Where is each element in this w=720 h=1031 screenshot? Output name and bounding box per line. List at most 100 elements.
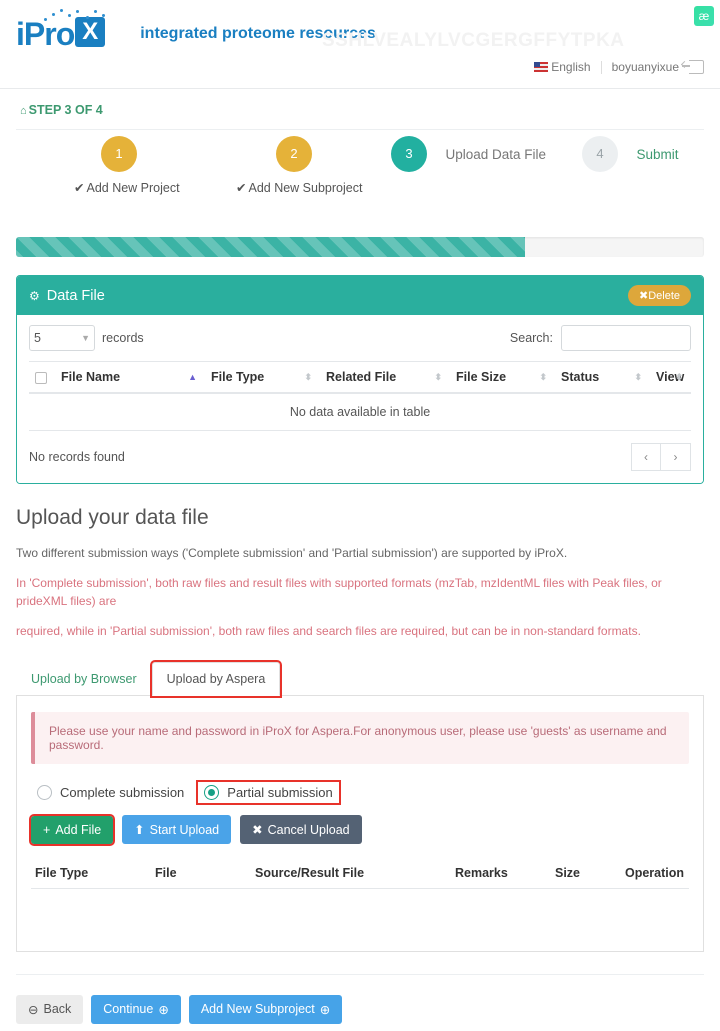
radio-partial-submission[interactable]: Partial submission <box>196 780 341 805</box>
col-file-name-label: File Name <box>61 370 121 384</box>
wizard-progress-track <box>16 237 704 257</box>
sort-icon: ⬍ <box>634 372 642 382</box>
col-related-file[interactable]: Related File ⬍ <box>320 361 450 394</box>
upload-icon: ⬆ <box>134 823 145 837</box>
start-upload-label: Start Upload <box>149 822 220 837</box>
records-label: records <box>102 331 144 345</box>
col-file-type[interactable]: File Type ⬍ <box>205 361 320 394</box>
upl-col-source-result-file: Source/Result File <box>251 858 451 889</box>
arrow-left-icon: ⊖ <box>28 1002 39 1017</box>
table-row: No data available in table <box>29 393 691 431</box>
step-2-sublabel: ✔ Add New Subproject <box>236 180 362 195</box>
username-label[interactable]: boyuanyixue <box>612 60 679 74</box>
sort-asc-icon: ▲ <box>188 372 197 382</box>
step-indicator-label: ⌂ STEP 3 OF 4 <box>16 89 704 117</box>
col-file-size[interactable]: File Size ⬍ <box>450 361 555 394</box>
add-new-subproject-label: Add New Subproject <box>200 1002 315 1016</box>
logo-dots-decor <box>42 8 132 26</box>
upl-col-operation: Operation <box>621 858 689 889</box>
language-switcher[interactable]: English <box>534 60 591 74</box>
stepper-step-3[interactable]: 3 Upload Data File <box>391 136 546 172</box>
close-icon: ✖ <box>252 823 263 837</box>
col-status-label: Status <box>561 370 600 384</box>
add-file-button[interactable]: + Add File <box>28 813 116 846</box>
back-button[interactable]: ⊖ Back <box>16 994 84 1024</box>
datatable-search: Search: <box>510 325 691 351</box>
stepper-step-2[interactable]: 2 ✔ Add New Subproject <box>236 136 362 195</box>
continue-button[interactable]: Continue ⊕ <box>91 994 181 1024</box>
header-divider <box>600 60 602 74</box>
data-file-panel-body: 5 ▼ records Search: File Name ▲ File Typ… <box>17 315 703 483</box>
radio-complete-submission[interactable]: Complete submission <box>31 782 190 803</box>
records-per-page-value: 5 <box>34 331 41 345</box>
upload-tab-panel: Please use your name and password in iPr… <box>16 696 704 952</box>
step-4-label: Submit <box>636 146 679 162</box>
data-file-panel: ⚙ Data File ✖Delete 5 ▼ records Search: … <box>16 275 704 484</box>
table-header-row: File Name ▲ File Type ⬍ Related File ⬍ F… <box>29 361 691 394</box>
step-1-circle: 1 <box>101 136 137 172</box>
col-file-name[interactable]: File Name ▲ <box>55 361 205 394</box>
pagination-prev-button[interactable]: ‹ <box>631 443 661 471</box>
step-4-circle: 4 <box>582 136 618 172</box>
wizard-nav-buttons: ⊖ Back Continue ⊕ Add New Subproject ⊕ <box>16 973 704 1031</box>
tab-upload-by-aspera[interactable]: Upload by Aspera <box>149 660 283 698</box>
flag-icon <box>534 62 549 72</box>
plus-icon: + <box>43 822 51 837</box>
main-content: ⌂ STEP 3 OF 4 1 ✔ Add New Project 2 ✔ Add N… <box>0 89 720 1031</box>
records-per-page-select[interactable]: 5 ▼ <box>29 325 95 351</box>
add-new-subproject-button[interactable]: Add New Subproject ⊕ <box>188 994 343 1024</box>
tab-upload-by-browser[interactable]: Upload by Browser <box>16 662 152 695</box>
page-length-control: 5 ▼ records <box>29 325 144 351</box>
delete-button-label: Delete <box>648 290 680 302</box>
cancel-upload-button[interactable]: ✖ Cancel Upload <box>240 815 362 844</box>
check-icon: ✔ <box>74 181 85 195</box>
data-file-panel-header: ⚙ Data File ✖Delete <box>17 276 703 315</box>
upload-queue-head: File Type File Source/Result File Remark… <box>31 858 689 889</box>
col-view[interactable]: View ⬍ <box>650 361 691 394</box>
add-file-label: Add File <box>55 822 102 837</box>
step-2-circle: 2 <box>276 136 312 172</box>
arrow-right-icon: ⊕ <box>319 1002 331 1017</box>
chevron-down-icon: ▼ <box>81 333 90 343</box>
search-label: Search: <box>509 331 553 345</box>
arrow-right-icon: ⊕ <box>158 1002 169 1017</box>
pagination: ‹ › <box>631 443 691 471</box>
submission-type-radio-group: Complete submission Partial submission <box>31 780 689 805</box>
logout-icon[interactable] <box>682 60 704 74</box>
start-upload-button[interactable]: ⬆ Start Upload <box>122 815 232 844</box>
data-file-table: File Name ▲ File Type ⬍ Related File ⬍ F… <box>29 361 691 431</box>
pagination-next-button[interactable]: › <box>661 443 691 471</box>
wizard-progress-fill <box>16 237 526 257</box>
upl-col-file: File <box>151 858 251 889</box>
upload-desc-line2: In 'Complete submission', both raw files… <box>16 576 662 608</box>
continue-button-label: Continue <box>103 1002 154 1016</box>
upload-section-title: Upload your data file <box>16 506 209 529</box>
radio-complete-icon[interactable] <box>37 785 52 800</box>
upload-desc-line3: required, while in 'Partial submission',… <box>16 624 641 638</box>
col-file-size-label: File Size <box>456 370 507 384</box>
select-all-checkbox[interactable] <box>35 371 47 384</box>
stepper-step-1[interactable]: 1 ✔ Add New Project <box>74 136 180 195</box>
sort-icon: ⬍ <box>304 372 312 382</box>
sort-icon: ⬍ <box>675 372 683 382</box>
close-icon: ✖ <box>638 290 649 302</box>
aspera-credentials-alert: Please use your name and password in iPr… <box>31 712 689 764</box>
page-root: æ iPro X integrated proteome resources S… <box>0 0 720 1031</box>
col-status[interactable]: Status ⬍ <box>555 361 650 394</box>
datatable-info: No records found <box>29 450 125 464</box>
site-header: æ iPro X integrated proteome resources S… <box>0 0 720 88</box>
upload-queue-empty <box>31 889 689 925</box>
upload-queue-body <box>31 889 689 925</box>
radio-partial-icon[interactable] <box>204 785 220 800</box>
step-2-text: Add New Subproject <box>248 181 363 195</box>
search-input[interactable] <box>561 325 691 351</box>
step-indicator-text: STEP 3 OF 4 <box>28 103 103 117</box>
data-file-table-body: No data available in table <box>29 393 691 431</box>
step-3-circle: 3 <box>391 136 427 172</box>
empty-table-message: No data available in table <box>29 393 691 431</box>
datatable-controls: 5 ▼ records Search: <box>29 325 691 351</box>
delete-button[interactable]: ✖Delete <box>627 285 691 306</box>
aspera-badge-icon: æ <box>694 6 714 26</box>
wizard-stepper: 1 ✔ Add New Project 2 ✔ Add New Subproject… <box>16 129 704 233</box>
stepper-step-4[interactable]: 4 Submit <box>582 136 678 172</box>
